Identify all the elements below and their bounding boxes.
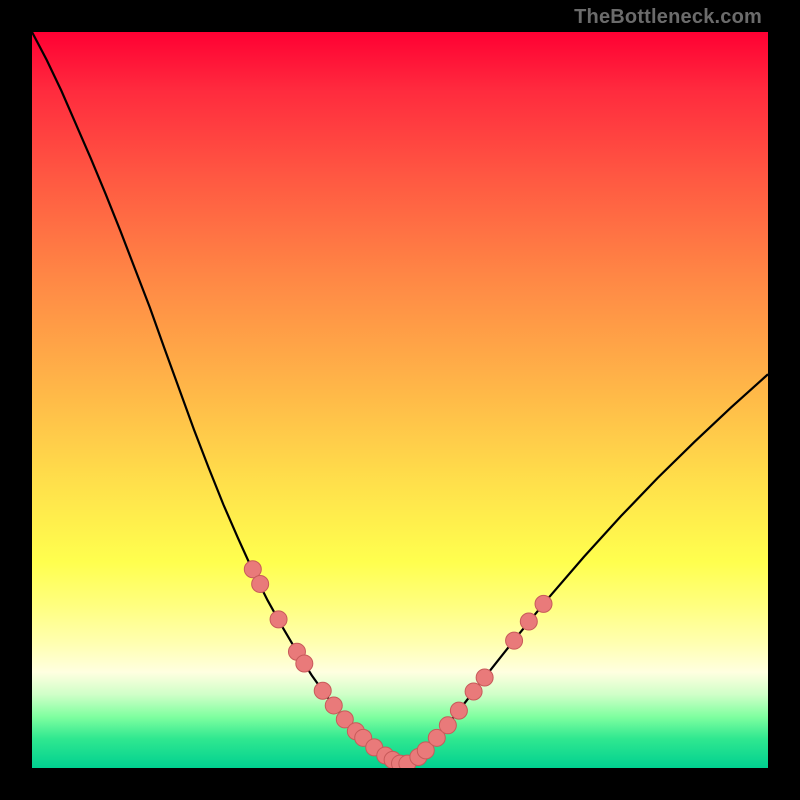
curve-marker [476, 669, 493, 686]
curve-marker [450, 702, 467, 719]
curve-marker [325, 697, 342, 714]
chart-overlay [32, 32, 768, 768]
curve-marker [535, 595, 552, 612]
curve-marker [506, 632, 523, 649]
chart-frame: TheBottleneck.com [0, 0, 800, 800]
curve-marker [520, 613, 537, 630]
curve-marker [314, 682, 331, 699]
watermark-text: TheBottleneck.com [574, 6, 762, 29]
curve-marker [270, 611, 287, 628]
curve-marker [252, 576, 269, 593]
curve-marker [296, 655, 313, 672]
curve-marker [465, 683, 482, 700]
curve-marker [439, 717, 456, 734]
plot-area [32, 32, 768, 768]
curve-markers [244, 561, 552, 768]
bottleneck-curve [32, 32, 768, 764]
